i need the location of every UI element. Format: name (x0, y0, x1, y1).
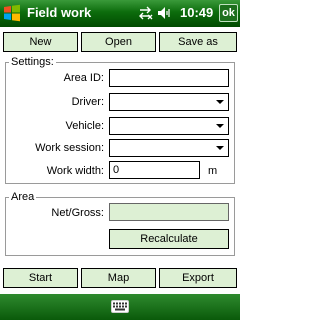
ok-button[interactable]: ok (219, 4, 238, 22)
chevron-down-icon[interactable] (216, 146, 224, 150)
map-button[interactable]: Map (81, 268, 156, 288)
area-id-label: Area ID: (63, 72, 104, 84)
volume-icon[interactable] (138, 5, 174, 21)
start-button[interactable]: Start (3, 268, 78, 288)
windows-start-icon[interactable] (3, 4, 21, 22)
export-button[interactable]: Export (159, 268, 237, 288)
title-bar: Field work 10:49 ok (0, 0, 240, 27)
new-button[interactable]: New (3, 32, 78, 52)
chevron-down-icon[interactable] (216, 100, 224, 104)
area-group-title: Area (9, 191, 37, 203)
vehicle-select[interactable] (109, 117, 229, 135)
net-gross-label: Net/Gross: (51, 207, 104, 219)
net-gross-field (109, 203, 229, 221)
work-width-label: Work width: (46, 165, 104, 177)
work-session-label: Work session: (35, 142, 104, 154)
work-width-field[interactable]: 0 (109, 161, 200, 179)
recalculate-button[interactable]: Recalculate (109, 229, 229, 249)
area-id-field[interactable] (109, 69, 229, 87)
connectivity-icon[interactable] (138, 5, 174, 24)
driver-label: Driver: (71, 96, 104, 108)
menu-bar (0, 294, 240, 320)
open-button[interactable]: Open (81, 32, 156, 52)
work-session-select[interactable] (109, 139, 229, 157)
window-title: Field work (27, 5, 92, 20)
keyboard-icon[interactable] (111, 300, 129, 313)
settings-group-title: Settings: (9, 56, 56, 68)
save-as-button[interactable]: Save as (159, 32, 237, 52)
vehicle-label: Vehicle: (65, 120, 104, 132)
work-width-unit: m (208, 165, 218, 177)
clock[interactable]: 10:49 (180, 5, 213, 20)
driver-select[interactable] (109, 93, 229, 111)
chevron-down-icon[interactable] (216, 124, 224, 128)
